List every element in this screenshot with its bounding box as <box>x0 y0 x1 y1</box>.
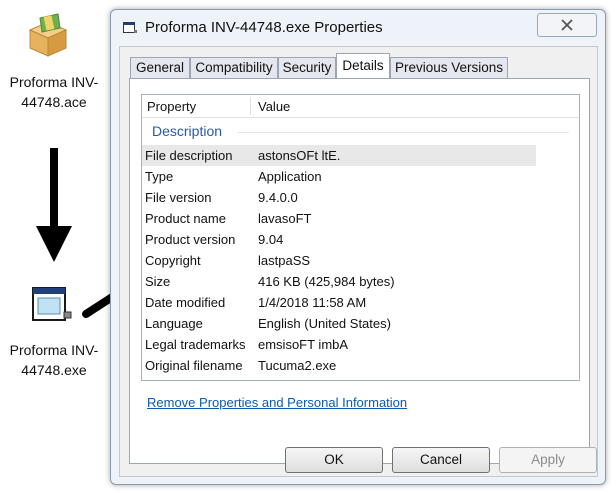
details-page: Property Value Description File descript… <box>129 78 590 464</box>
window-title: Proforma INV-44748.exe Properties <box>145 19 383 36</box>
tab-security[interactable]: Security <box>278 57 336 78</box>
property-name: Language <box>145 316 203 331</box>
tab-previous-versions[interactable]: Previous Versions <box>390 57 508 78</box>
property-value: emsisoFT imbA <box>258 337 349 352</box>
desktop-file-label[interactable]: Proforma INV-44748.exe <box>6 340 102 380</box>
remove-properties-link[interactable]: Remove Properties and Personal Informati… <box>147 395 407 410</box>
list-item[interactable]: Product version 9.04 <box>142 229 536 250</box>
ok-button[interactable]: OK <box>285 447 383 473</box>
list-item[interactable]: Date modified 1/4/2018 11:58 AM <box>142 292 536 313</box>
dialog-client: General Compatibility Security Details P… <box>119 46 598 477</box>
close-icon <box>561 19 573 31</box>
executable-icon[interactable] <box>30 286 74 326</box>
property-value: 9.4.0.0 <box>258 190 298 205</box>
tab-general[interactable]: General <box>130 57 190 78</box>
property-value: 9.04 <box>258 232 284 247</box>
group-divider <box>238 132 569 133</box>
list-item[interactable]: Product name lavasoFT <box>142 208 536 229</box>
list-header: Property Value <box>142 95 579 118</box>
property-value: Tucuma2.exe <box>258 358 337 373</box>
property-value: 1/4/2018 11:58 AM <box>258 295 367 310</box>
property-name: Legal trademarks <box>145 337 246 352</box>
list-item[interactable]: Language English (United States) <box>142 313 536 334</box>
list-item[interactable]: Type Application <box>142 166 536 187</box>
property-value: lavasoFT <box>258 211 312 226</box>
property-name: Product name <box>145 211 226 226</box>
list-item[interactable]: Legal trademarks emsisoFT imbA <box>142 334 536 355</box>
package-icon[interactable] <box>24 12 72 58</box>
property-value: astonsOFt ltE. <box>258 148 341 163</box>
property-value: Application <box>258 169 322 184</box>
list-item[interactable]: File description astonsOFt ltE. <box>142 145 536 166</box>
apply-button[interactable]: Apply <box>499 447 597 473</box>
property-name: Original filename <box>145 358 243 373</box>
column-divider[interactable] <box>250 97 251 115</box>
property-name: Size <box>145 274 171 289</box>
cancel-button[interactable]: Cancel <box>392 447 490 473</box>
column-header-value[interactable]: Value <box>258 99 290 114</box>
column-header-property[interactable]: Property <box>147 99 196 114</box>
property-name: Copyright <box>145 253 201 268</box>
property-name: File version <box>145 190 212 205</box>
down-arrow-icon <box>36 148 72 262</box>
close-button[interactable] <box>537 13 597 37</box>
list-item[interactable]: File version 9.4.0.0 <box>142 187 536 208</box>
properties-dialog: Proforma INV-44748.exe Properties Genera… <box>110 9 606 485</box>
property-name: Date modified <box>145 295 226 310</box>
tab-compatibility[interactable]: Compatibility <box>190 57 278 78</box>
property-value: lastpaSS <box>258 253 311 268</box>
window-app-icon <box>123 22 137 33</box>
group-heading: Description <box>152 123 223 139</box>
property-name: File description <box>145 148 233 163</box>
property-value: 416 KB (425,984 bytes) <box>258 274 395 289</box>
tab-details[interactable]: Details <box>336 53 390 78</box>
details-list[interactable]: Property Value Description File descript… <box>141 94 580 381</box>
title-bar[interactable]: Proforma INV-44748.exe Properties <box>111 10 605 46</box>
list-item[interactable]: Original filename Tucuma2.exe <box>142 355 536 376</box>
property-name: Product version <box>145 232 236 247</box>
property-name: Type <box>145 169 174 184</box>
desktop-file-label[interactable]: Proforma INV-44748.ace <box>6 72 102 112</box>
list-item[interactable]: Copyright lastpaSS <box>142 250 536 271</box>
property-value: English (United States) <box>258 316 391 331</box>
list-item[interactable]: Size 416 KB (425,984 bytes) <box>142 271 536 292</box>
